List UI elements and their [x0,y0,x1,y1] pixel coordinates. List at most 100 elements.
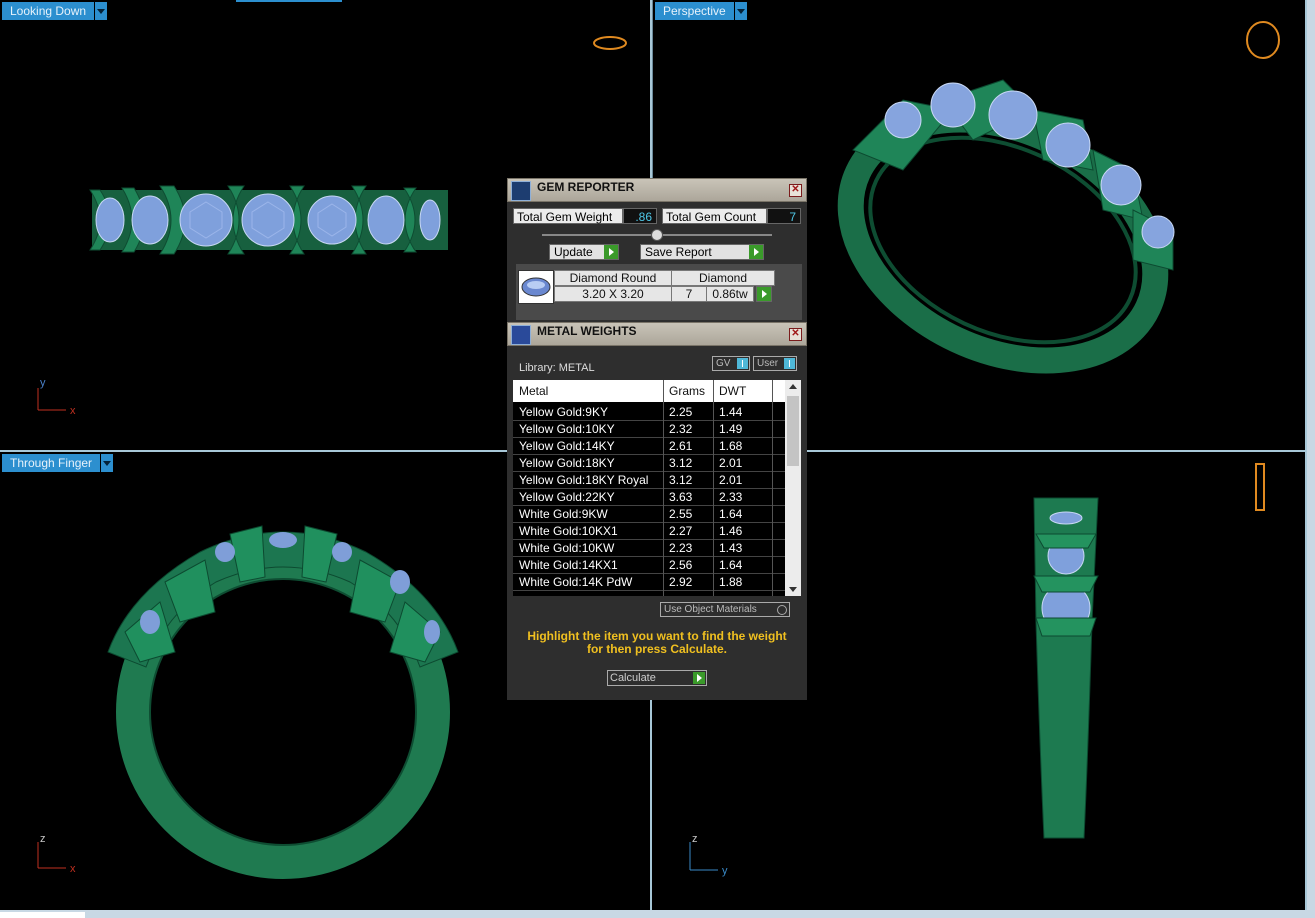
metal-name: Yellow Gold:14KY [519,439,615,453]
table-row[interactable]: White Gold:10KX1 2.27 1.46 [513,523,785,540]
metal-dwt: 1.44 [719,405,743,419]
gv-toggle-label: GV [716,358,731,369]
metal-grams: 3.12 [669,456,693,470]
metal-grams: 3.12 [669,473,693,487]
status-bar [0,910,1315,918]
svg-text:y: y [40,377,46,389]
close-icon[interactable]: ✕ [789,328,802,341]
gem-reporter-titlebar[interactable]: GEM REPORTER ✕ [507,178,807,202]
scroll-down-icon[interactable] [789,587,797,592]
column-header-metal: Metal [519,384,549,398]
scroll-thumb[interactable] [787,396,799,466]
table-row[interactable]: Yellow Gold:14KY 2.61 1.68 [513,438,785,455]
close-icon[interactable]: ✕ [789,184,802,197]
table-row[interactable]: White Gold:14K PdW 2.92 1.88 [513,574,785,591]
metal-weights-icon [511,325,531,345]
table-row[interactable]: White Gold:9KW 2.55 1.64 [513,506,785,523]
metal-grams: 2.23 [669,541,693,555]
metal-name: White Gold:14KX1 [519,558,618,572]
save-report-button-label: Save Report [645,245,712,259]
gem-detail-button[interactable] [756,286,772,302]
panel-title: METAL WEIGHTS [537,324,637,338]
metal-grams: 2.55 [669,507,693,521]
metal-dwt: 1.88 [719,575,743,589]
table-scrollbar[interactable] [785,380,801,596]
report-slider-knob[interactable] [651,229,663,241]
gv-toggle[interactable]: GV [712,356,750,371]
table-header: Metal Grams DWT [513,380,785,402]
gem-material: Diamond [671,270,775,286]
metal-grams: 2.32 [669,422,693,436]
metal-dwt: 2.01 [719,456,743,470]
table-row[interactable]: Yellow Gold:18KY Royal 3.12 2.01 [513,472,785,489]
metal-dwt: 1.64 [719,558,743,572]
toggle-knob-icon [784,358,795,369]
play-icon [749,245,763,259]
column-header-grams: Grams [669,384,705,398]
metal-name: White Gold:9KW [519,507,608,521]
metal-name: White Gold:10KX1 [519,524,618,538]
gem-shape: Diamond Round [554,270,672,286]
update-button-label: Update [554,245,593,259]
metal-table[interactable]: Metal Grams DWT Yellow Gold:9KY 2.25 1.44 Y… [513,380,801,596]
svg-text:x: x [70,405,76,417]
metal-dwt: 1.43 [719,541,743,555]
play-icon [604,245,618,259]
gem-size: 3.20 X 3.20 [554,286,672,302]
metal-grams: 2.25 [669,405,693,419]
panel-title: GEM REPORTER [537,180,635,194]
metal-grams: 2.92 [669,575,693,589]
metal-dwt: 1.64 [719,507,743,521]
table-row[interactable]: White Gold:14KX1 2.56 1.64 [513,557,785,574]
gem-count: 7 [671,286,707,302]
calculate-button[interactable]: Calculate [607,670,707,686]
table-row[interactable]: Yellow Gold:10KY 2.32 1.49 [513,421,785,438]
top-edge-highlight [236,0,342,2]
svg-text:z: z [692,833,698,845]
user-toggle[interactable]: User [753,356,797,371]
metal-name: Yellow Gold:18KY [519,456,615,470]
metal-grams: 2.56 [669,558,693,572]
svg-text:x: x [70,863,76,875]
user-toggle-label: User [757,358,779,369]
scroll-up-icon[interactable] [789,384,797,389]
metal-dwt: 1.46 [719,524,743,538]
svg-text:z: z [40,833,46,845]
column-header-dwt: DWT [719,384,747,398]
metal-weights-titlebar[interactable]: METAL WEIGHTS ✕ [507,322,807,346]
metal-name: White Gold:14K PdW [519,575,633,589]
total-gem-weight-label: Total Gem Weight [513,208,623,224]
gem-list-item[interactable]: Diamond Round Diamond 3.20 X 3.20 7 0.86… [516,264,802,320]
metal-grams: 2.61 [669,439,693,453]
use-object-materials-toggle[interactable]: Use Object Materials [660,602,790,617]
gem-thumbnail [518,270,554,304]
table-row[interactable]: White Gold:10KW 2.23 1.43 [513,540,785,557]
total-gem-count-value: 7 [767,208,801,224]
table-row[interactable]: Yellow Gold:18KY 3.12 2.01 [513,455,785,472]
play-icon [693,672,705,684]
calculate-button-label: Calculate [610,672,656,684]
radio-icon [777,605,787,615]
table-row[interactable]: Yellow Gold:22KY 3.63 2.33 [513,489,785,506]
metal-name: Yellow Gold:18KY Royal [519,473,649,487]
metal-name: Yellow Gold:10KY [519,422,615,436]
table-row[interactable]: Yellow Gold:9KY 2.25 1.44 [513,404,785,421]
total-gem-count-label: Total Gem Count [662,208,767,224]
metal-grams: 2.27 [669,524,693,538]
metal-grams: 3.63 [669,490,693,504]
toggle-knob-icon [737,358,748,369]
play-icon [757,287,771,301]
total-gem-weight-value: .86 [623,208,657,224]
window-right-border [1307,0,1315,910]
save-report-button[interactable]: Save Report [640,244,764,260]
metal-name: Yellow Gold:9KY [519,405,608,419]
metal-dwt: 1.68 [719,439,743,453]
metal-name: White Gold:10KW [519,541,615,555]
metal-name: Yellow Gold:22KY [519,490,615,504]
gem-weight: 0.86tw [706,286,754,302]
metal-weights-section: Library: METAL GV User Metal Grams DWT Y… [507,348,807,700]
metal-dwt: 2.33 [719,490,743,504]
metal-dwt: 2.01 [719,473,743,487]
library-label: Library: METAL [519,362,595,374]
update-button[interactable]: Update [549,244,619,260]
